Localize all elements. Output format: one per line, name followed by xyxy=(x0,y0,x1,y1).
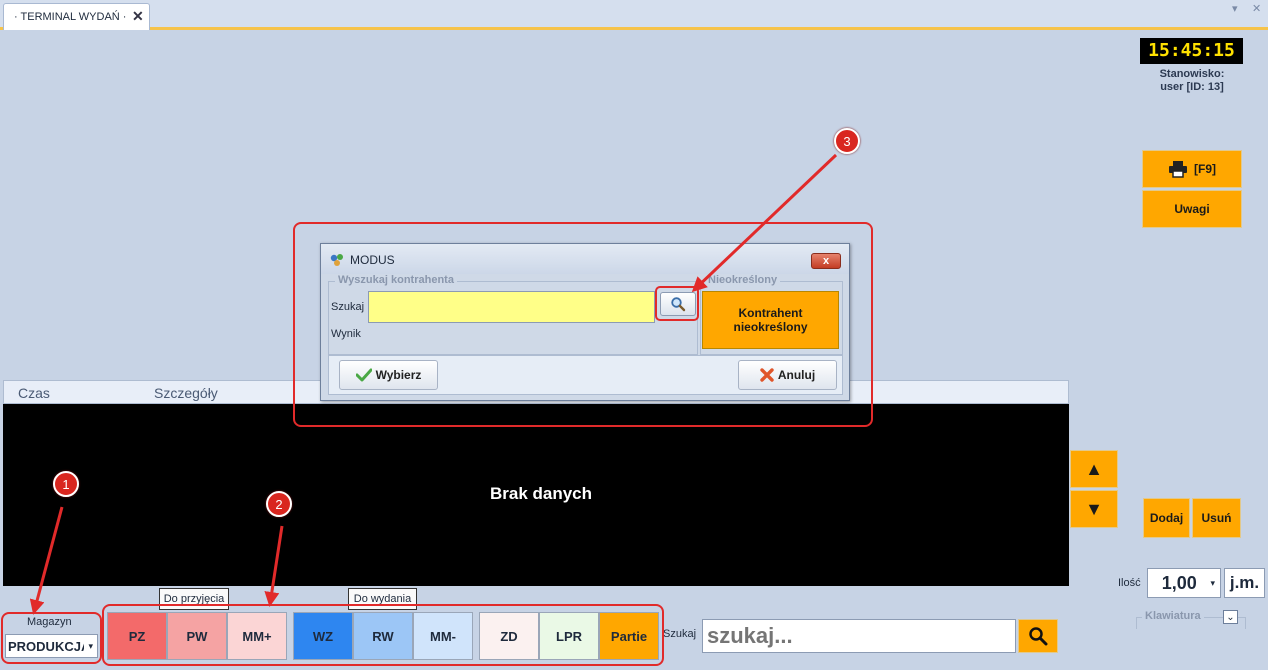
annotation-badge-3: 3 xyxy=(834,128,860,154)
arrow-3 xyxy=(691,153,838,293)
annotation-arrows xyxy=(29,153,838,615)
arrow-2 xyxy=(264,525,284,607)
annotation-badge-2: 2 xyxy=(266,491,292,517)
arrow-1 xyxy=(29,506,64,615)
annotation-badge-1: 1 xyxy=(53,471,79,497)
